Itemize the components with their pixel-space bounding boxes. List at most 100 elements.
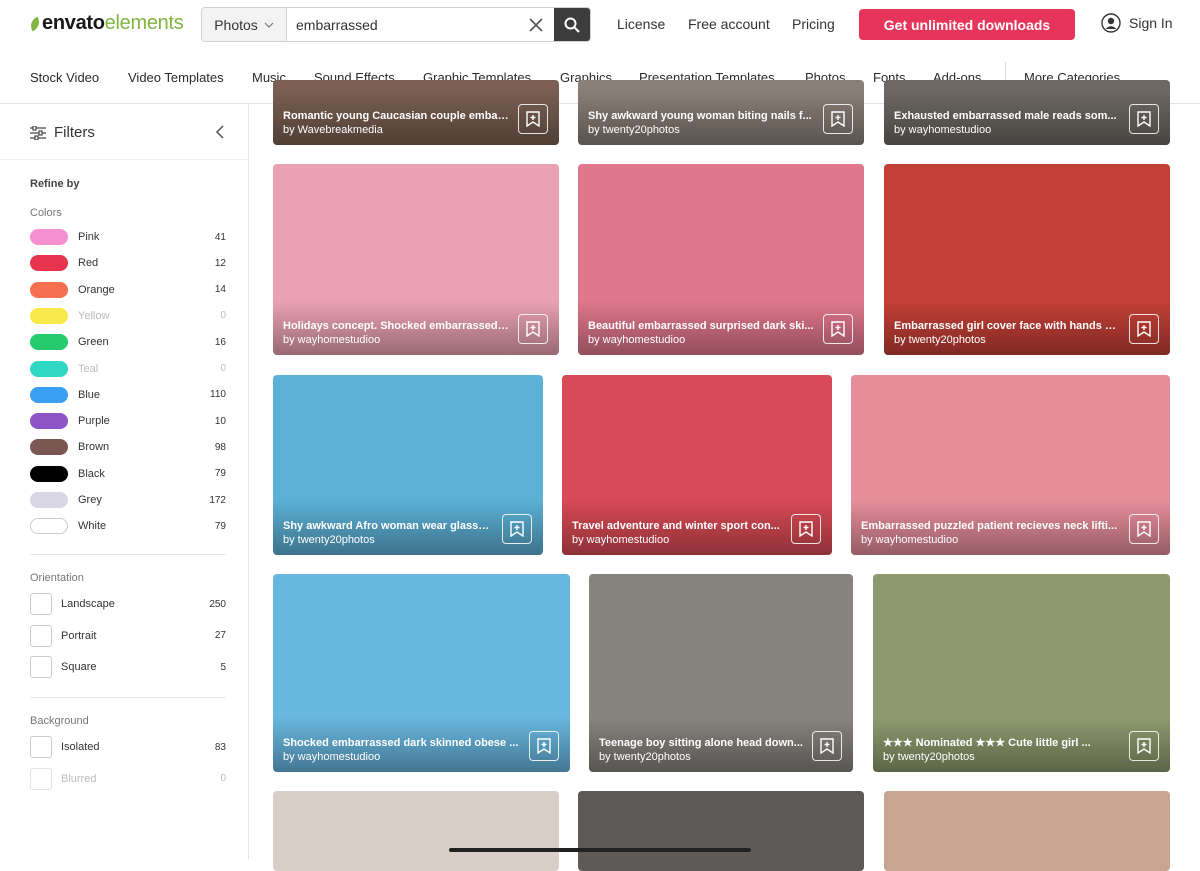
search-bar: Photos embarrassed — [201, 7, 591, 42]
close-icon[interactable] — [528, 17, 544, 33]
bookmark-add-icon — [831, 321, 845, 337]
background-filter-label: Blurred — [61, 772, 97, 785]
result-card[interactable] — [884, 791, 1170, 871]
result-card[interactable]: Embarrassed puzzled patient recieves nec… — [851, 375, 1170, 555]
color-filter-teal[interactable]: Teal 0 — [30, 360, 226, 378]
checkbox[interactable] — [30, 767, 52, 790]
search-category-dropdown[interactable]: Photos — [202, 8, 287, 41]
envato-logo[interactable]: envato elements — [28, 12, 184, 35]
card-title: Beautiful embarrassed surprised dark ski… — [588, 320, 814, 332]
color-swatch — [30, 334, 68, 351]
orientation-filter-square[interactable]: Square 5 — [30, 655, 226, 679]
nav-license-link[interactable]: License — [617, 16, 665, 32]
color-filter-count: 0 — [220, 310, 226, 322]
color-filter-purple[interactable]: Purple 10 — [30, 412, 226, 430]
color-swatch — [30, 386, 68, 403]
card-title: Exhausted embarrassed male reads som... — [894, 110, 1117, 122]
color-filter-count: 41 — [214, 231, 226, 243]
card-author: by twenty20photos — [599, 751, 691, 763]
result-card[interactable] — [578, 791, 864, 871]
color-filter-count: 0 — [220, 363, 226, 374]
color-filter-blue[interactable]: Blue 110 — [30, 386, 226, 404]
result-card[interactable]: Holidays concept. Shocked embarrassed ..… — [273, 164, 559, 355]
result-card[interactable]: Exhausted embarrassed male reads som... b… — [884, 80, 1170, 145]
orientation-filter-portrait[interactable]: Portrait 27 — [30, 624, 226, 648]
card-title: Shy awkward young woman biting nails f..… — [588, 110, 812, 122]
color-filter-brown[interactable]: Brown 98 — [30, 438, 226, 456]
scroll-indicator[interactable] — [449, 848, 751, 852]
search-icon — [564, 17, 580, 33]
color-filter-yellow[interactable]: Yellow 0 — [30, 307, 226, 325]
chevron-left-icon[interactable] — [215, 125, 225, 139]
result-card[interactable]: Embarrassed girl cover face with hands c… — [884, 164, 1170, 355]
checkbox[interactable] — [30, 736, 52, 758]
checkbox[interactable] — [30, 624, 52, 647]
search-category-label: Photos — [214, 16, 258, 33]
color-filter-red[interactable]: Red 12 — [30, 254, 226, 272]
bookmark-button[interactable] — [518, 314, 548, 344]
card-author: by wayhomestudioo — [572, 534, 670, 546]
checkbox[interactable] — [30, 593, 52, 615]
search-input[interactable]: embarrassed — [287, 8, 554, 41]
color-filter-orange[interactable]: Orange 14 — [30, 281, 226, 299]
color-filter-pink[interactable]: Pink 41 — [30, 228, 226, 246]
result-card[interactable]: Shy awkward Afro woman wear glasse... by … — [273, 375, 543, 555]
filters-title: Filters — [54, 124, 95, 141]
bookmark-add-icon — [799, 521, 813, 537]
result-card[interactable]: Teenage boy sitting alone head down... by… — [589, 574, 853, 772]
card-author: by wayhomestudioo — [894, 124, 992, 136]
color-swatch — [30, 360, 68, 377]
result-card[interactable]: Beautiful embarrassed surprised dark ski… — [578, 164, 864, 355]
color-filter-label: Yellow — [78, 309, 110, 322]
result-card[interactable]: Romantic young Caucasian couple embar...… — [273, 80, 559, 145]
nav-pricing-link[interactable]: Pricing — [792, 16, 835, 32]
color-filter-label: Grey — [78, 494, 102, 506]
sign-in-link[interactable]: Sign In — [1101, 13, 1173, 33]
orientation-filter-count: 250 — [209, 598, 226, 610]
color-filter-white[interactable]: White 79 — [30, 517, 226, 535]
result-card[interactable] — [273, 791, 559, 871]
bookmark-button[interactable] — [502, 514, 532, 544]
card-title: Holidays concept. Shocked embarrassed ..… — [283, 320, 509, 332]
card-title: Travel adventure and winter sport con... — [572, 520, 780, 532]
get-unlimited-downloads-button[interactable]: Get unlimited downloads — [859, 9, 1075, 40]
bookmark-button[interactable] — [1129, 314, 1159, 344]
color-filter-grey[interactable]: Grey 172 — [30, 491, 226, 509]
bookmark-button[interactable] — [1129, 731, 1159, 761]
nav-free-account-link[interactable]: Free account — [688, 16, 770, 32]
background-filter-blurred[interactable]: Blurred 0 — [30, 767, 226, 791]
result-card[interactable]: Shy awkward young woman biting nails f..… — [578, 80, 864, 145]
color-filter-label: Orange — [78, 283, 115, 296]
background-filter-isolated[interactable]: Isolated 83 — [30, 735, 226, 759]
bookmark-button[interactable] — [791, 514, 821, 544]
bookmark-button[interactable] — [812, 731, 842, 761]
color-swatch — [30, 229, 68, 245]
color-filter-count: 14 — [214, 284, 226, 296]
color-filter-black[interactable]: Black 79 — [30, 465, 226, 483]
color-swatch — [30, 281, 68, 298]
result-card[interactable]: Shocked embarrassed dark skinned obese .… — [273, 574, 570, 772]
leaf-icon — [28, 16, 42, 31]
category-video-templates[interactable]: Video Templates — [128, 70, 224, 85]
checkbox[interactable] — [30, 656, 52, 678]
result-card[interactable]: Travel adventure and winter sport con...… — [562, 375, 832, 555]
color-filter-green[interactable]: Green 16 — [30, 333, 226, 351]
bookmark-button[interactable] — [1129, 104, 1159, 134]
result-card[interactable]: ★★★ Nominated ★★★ Cute little girl ... by… — [873, 574, 1170, 772]
bookmark-button[interactable] — [823, 314, 853, 344]
search-button[interactable] — [554, 8, 590, 41]
color-swatch — [30, 492, 68, 508]
section-divider — [30, 697, 226, 698]
bookmark-button[interactable] — [529, 731, 559, 761]
orientation-filter-label: Square — [61, 661, 97, 673]
orientation-filter-landscape[interactable]: Landscape 250 — [30, 592, 226, 616]
color-filter-label: Black — [78, 467, 105, 480]
background-filter-label: Isolated — [61, 741, 100, 753]
background-section-label: Background — [30, 715, 89, 727]
bookmark-add-icon — [1137, 111, 1151, 127]
category-stock-video[interactable]: Stock Video — [30, 70, 99, 85]
bookmark-button[interactable] — [1129, 514, 1159, 544]
bookmark-button[interactable] — [823, 104, 853, 134]
orientation-section-label: Orientation — [30, 572, 84, 584]
bookmark-button[interactable] — [518, 104, 548, 134]
